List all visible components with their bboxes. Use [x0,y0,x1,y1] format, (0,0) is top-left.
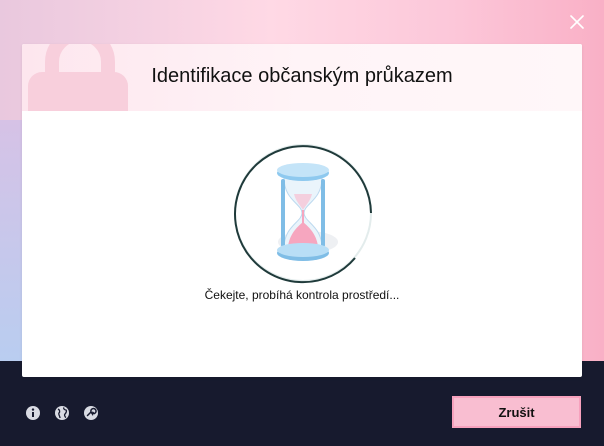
support-icon[interactable] [83,405,99,421]
close-icon [570,15,584,29]
info-icon[interactable] [25,405,41,421]
dialog-header: Identifikace občanským průkazem [22,44,582,111]
progress-spinner [234,144,372,284]
close-button[interactable] [566,11,588,33]
dialog-card: Identifikace občanským průkazem Čekejte,… [22,44,582,377]
hourglass-icon [277,163,338,261]
globe-icon[interactable] [54,405,70,421]
dialog-title: Identifikace občanským průkazem [151,65,453,87]
cancel-button[interactable]: Zrušit [452,396,581,428]
status-text: Čekejte, probíhá kontrola prostředí... [204,288,400,302]
